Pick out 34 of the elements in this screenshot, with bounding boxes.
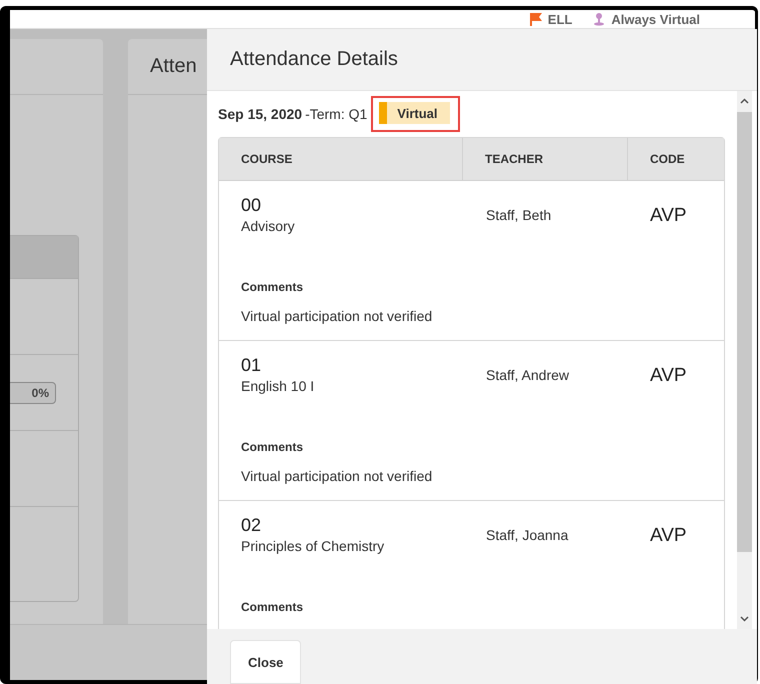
panel-title: Atten	[150, 55, 197, 78]
scroll-up-icon[interactable]	[740, 97, 749, 106]
status-tag: Virtual	[379, 102, 450, 124]
flag-label: ELL	[548, 12, 572, 26]
comments-label: Comments	[240, 280, 304, 294]
attendance-code: AVP	[649, 364, 688, 388]
period-number: 00	[240, 195, 262, 216]
comment-text: Virtual participation not verified	[240, 308, 434, 326]
scroll-down-icon[interactable]	[740, 614, 749, 623]
flag-icon	[528, 12, 543, 26]
comment-text: Virtual participation not verified	[240, 468, 434, 486]
course-name: English 10 I	[240, 378, 316, 394]
term-text: -Term: Q1	[305, 106, 368, 122]
column-header: TEACHER	[462, 138, 627, 181]
teacher-name: Staff, Joanna	[485, 526, 570, 545]
modal-title: Attendance Details	[230, 48, 398, 71]
scrollbar[interactable]	[737, 91, 752, 629]
close-button[interactable]: Close	[230, 640, 302, 684]
attendance-code: AVP	[649, 204, 688, 228]
course-name: Advisory	[240, 218, 296, 234]
attendance-code: AVP	[649, 524, 688, 548]
pin-icon	[592, 12, 606, 26]
course-name: Principles of Chemistry	[240, 538, 386, 554]
teacher-name: Staff, Andrew	[485, 366, 570, 385]
comments-label: Comments	[240, 440, 304, 454]
progress-badge: 0%	[10, 382, 56, 404]
column-header: COURSE	[219, 138, 462, 181]
period-number: 01	[240, 355, 262, 376]
date-text: Sep 15, 2020	[218, 106, 302, 122]
period-number: 02	[240, 515, 262, 536]
comments-label: Comments	[240, 600, 304, 614]
flag-label: Always Virtual	[611, 12, 700, 26]
column-header: CODE	[627, 138, 724, 181]
teacher-name: Staff, Beth	[485, 206, 552, 225]
